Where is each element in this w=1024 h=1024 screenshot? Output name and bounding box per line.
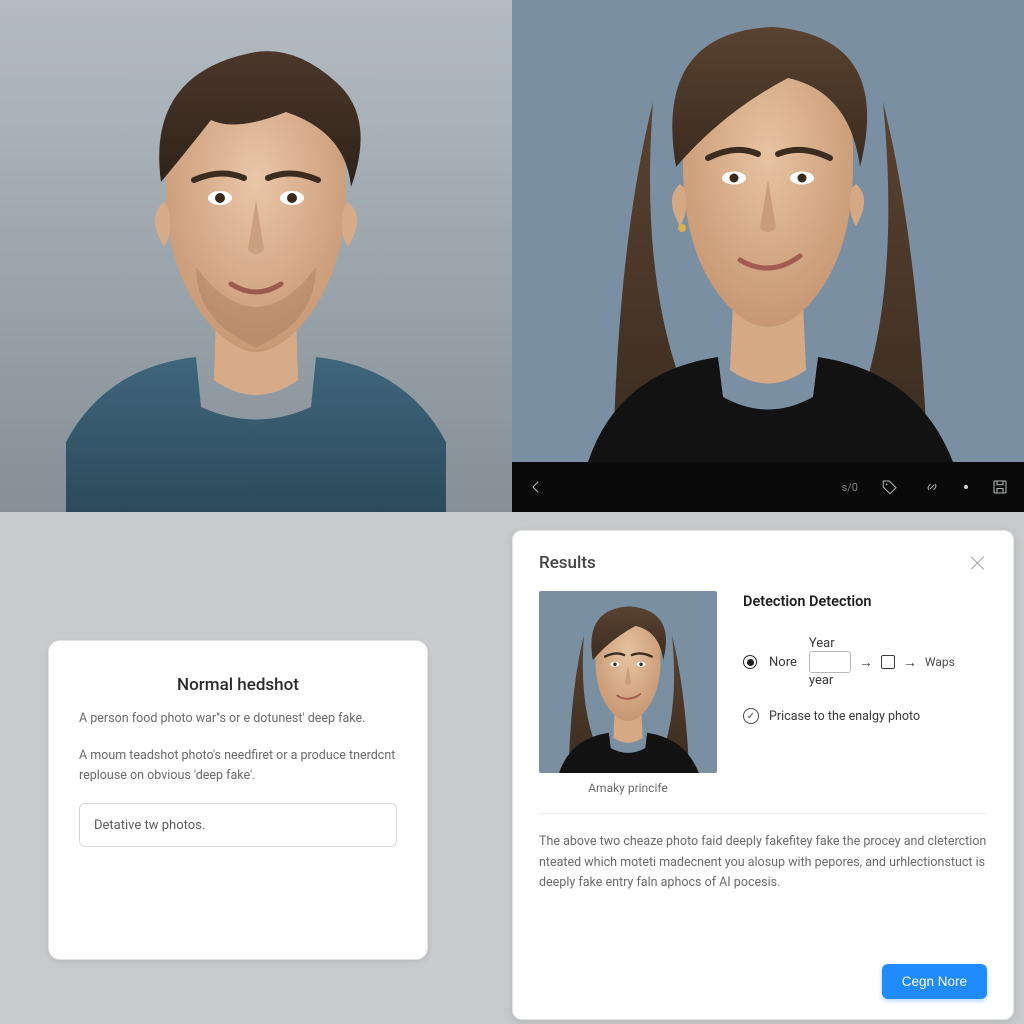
check-circle-icon[interactable]: ✓ xyxy=(743,708,759,724)
square-placeholder-icon[interactable] xyxy=(881,655,895,669)
card-left-para2: A moum teadshot photo's needfiret or a p… xyxy=(79,746,397,785)
link-icon[interactable] xyxy=(922,477,942,497)
card-left-input[interactable]: Detative tw photos. xyxy=(79,803,397,847)
option-none-row[interactable]: Nore Year → → Waps year xyxy=(743,636,987,688)
primary-cta-button[interactable]: Cegn Nore xyxy=(882,964,987,999)
arrow-right-icon-2: → xyxy=(903,654,917,671)
option-none-label: Nore xyxy=(769,655,797,670)
results-card: Results xyxy=(512,530,1014,1020)
results-title: Results xyxy=(539,553,596,573)
tag-icon[interactable] xyxy=(880,477,900,497)
results-explanation: The above two cheaze photo faid deeply f… xyxy=(539,832,987,894)
time-label: s/0 xyxy=(842,481,858,494)
close-icon[interactable] xyxy=(969,554,987,572)
check-row[interactable]: ✓ Pricase to the enalgy photo xyxy=(743,708,987,724)
dot-separator-icon xyxy=(964,485,968,489)
card-left-para1: A person food photo war''s or e dotunest… xyxy=(79,709,397,728)
result-thumbnail xyxy=(539,591,717,773)
check-label: Pricase to the enalgy photo xyxy=(769,709,920,724)
card-left-title: Normal hedshot xyxy=(79,675,397,695)
year-input[interactable] xyxy=(809,651,851,673)
divider xyxy=(539,813,987,814)
arrow-right-icon: → xyxy=(859,654,873,671)
radio-selected-icon[interactable] xyxy=(743,655,757,669)
portrait-right-container: s/0 xyxy=(512,0,1024,512)
year-top-label: Year xyxy=(809,636,955,651)
media-bar: s/0 xyxy=(512,462,1024,512)
normal-headshot-card: Normal hedshot A person food photo war''… xyxy=(48,640,428,960)
portrait-right-svg xyxy=(558,0,978,462)
thumbnail-caption: Amaky princife xyxy=(539,781,717,795)
waps-label: Waps xyxy=(925,655,955,669)
detection-heading: Detection Detection xyxy=(743,593,987,610)
year-bottom-label: year xyxy=(809,673,955,688)
portrait-left-svg xyxy=(46,12,466,512)
portrait-right xyxy=(512,0,1024,462)
chevron-left-icon[interactable] xyxy=(526,477,546,497)
save-icon[interactable] xyxy=(990,477,1010,497)
portrait-left xyxy=(0,0,512,512)
